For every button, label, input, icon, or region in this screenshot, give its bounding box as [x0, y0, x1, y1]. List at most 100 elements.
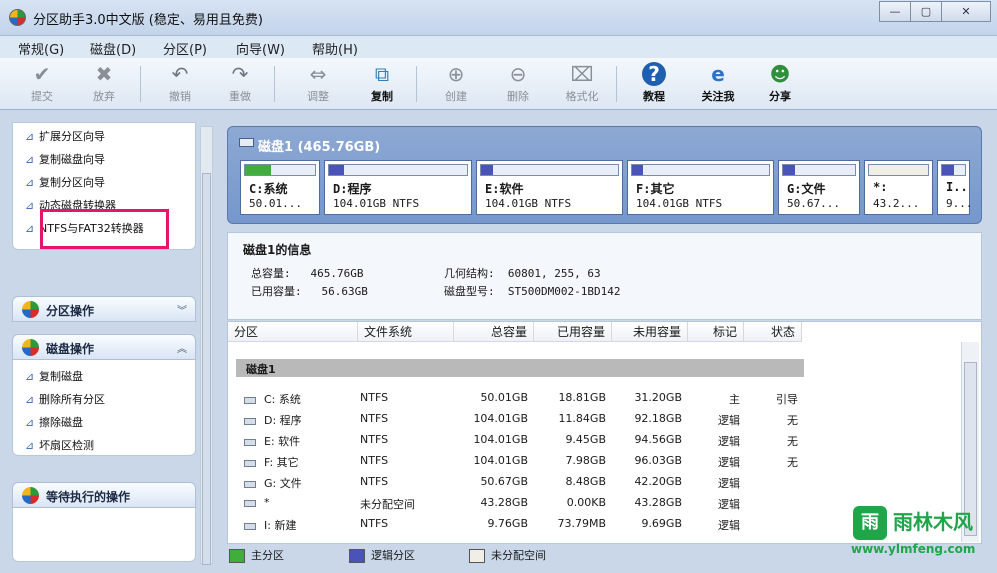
table-cell: 43.28GB: [480, 496, 528, 509]
wizard-copy-partition[interactable]: ⊿ 复制分区向导: [25, 174, 105, 190]
pending-ops-header[interactable]: 等待执行的操作: [12, 482, 196, 508]
partition-block[interactable]: C:系统 50.01...: [240, 160, 320, 215]
table-cell: 104.01GB: [473, 412, 528, 425]
partition-size: 104.01GB NTFS: [333, 197, 420, 210]
disk-op-wipe[interactable]: ⊿ 擦除磁盘: [25, 414, 83, 430]
follow-me-button[interactable]: e 关注我: [690, 62, 746, 108]
table-cell: I: 新建: [244, 517, 344, 533]
partition-block[interactable]: F:其它 104.01GB NTFS: [627, 160, 774, 215]
table-row[interactable]: F: 其它 NTFS 104.01GB 7.98GB 96.03GB 逻辑 无: [228, 450, 968, 471]
disk-ops-header[interactable]: 磁盘操作 ︽: [12, 334, 196, 360]
disk-group-row[interactable]: 磁盘1: [236, 359, 804, 377]
minimize-button[interactable]: —: [879, 1, 911, 22]
table-cell: 逻辑: [718, 498, 740, 511]
chevron-down-icon: ︾: [177, 306, 187, 317]
dynamic-disk-icon: ⊿: [25, 199, 35, 212]
partition-usage-bar: [244, 164, 316, 176]
left-scrollbar-thumb[interactable]: [202, 173, 211, 565]
disk-op-delete-all[interactable]: ⊿ 删除所有分区: [25, 391, 105, 407]
share-button[interactable]: ☻ 分享: [752, 62, 808, 108]
col-used[interactable]: 已用容量: [534, 322, 612, 342]
partition-row-icon: [244, 459, 256, 467]
partition-name: G:文件: [787, 182, 826, 196]
table-cell: 主: [729, 393, 740, 406]
col-total[interactable]: 总容量: [454, 322, 534, 342]
table-row[interactable]: D: 程序 NTFS 104.01GB 11.84GB 92.18GB 逻辑 无: [228, 408, 968, 429]
table-cell: 18.81GB: [558, 391, 606, 404]
legend-unallocated-swatch: [469, 549, 485, 563]
menu-general[interactable]: 常规(G): [18, 39, 64, 58]
discard-button[interactable]: ✖ 放弃: [76, 62, 132, 108]
disk-op-bad-sector[interactable]: ⊿ 坏扇区检测: [25, 437, 94, 453]
maximize-button[interactable]: ▢: [910, 1, 942, 22]
menu-partition[interactable]: 分区(P): [163, 39, 207, 58]
col-partition[interactable]: 分区: [228, 322, 358, 342]
highlight-box: [40, 209, 169, 249]
table-cell: 42.20GB: [634, 475, 682, 488]
disk-map: 磁盘1 (465.76GB) C:系统 50.01... D:程序 104.01GB …: [227, 126, 982, 224]
table-cell: 50.67GB: [480, 475, 528, 488]
left-scrollbar[interactable]: [200, 126, 213, 565]
partition-usage-bar: [328, 164, 468, 176]
toolbar-separator: [416, 66, 417, 102]
col-status[interactable]: 状态: [744, 322, 802, 342]
partition-block[interactable]: G:文件 50.67...: [778, 160, 860, 215]
redo-button[interactable]: ↷ 重做: [212, 62, 268, 108]
partition-block[interactable]: D:程序 104.01GB NTFS: [324, 160, 472, 215]
table-cell: 7.98GB: [565, 454, 606, 467]
resize-button[interactable]: ⇔ 调整: [290, 62, 346, 108]
legend-unallocated: 未分配空间: [469, 547, 546, 563]
wizard-extend-partition[interactable]: ⊿ 扩展分区向导: [25, 128, 105, 144]
wizard-copy-disk[interactable]: ⊿ 复制磁盘向导: [25, 151, 105, 167]
redo-icon: ↷: [231, 62, 249, 86]
menu-wizard[interactable]: 向导(W): [236, 39, 285, 58]
geometry: 几何结构: 60801, 255, 63: [444, 267, 601, 280]
undo-button[interactable]: ↶ 撤销: [152, 62, 208, 108]
table-cell: 8.48GB: [565, 475, 606, 488]
tutorial-button[interactable]: ? 教程: [626, 62, 682, 108]
table-cell: 逻辑: [718, 477, 740, 490]
copy-disk-icon: ⊿: [25, 370, 35, 383]
table-cell: 9.45GB: [565, 433, 606, 446]
main-area: 磁盘1 (465.76GB) C:系统 50.01... D:程序 104.01GB …: [227, 126, 982, 563]
col-flag[interactable]: 标记: [688, 322, 744, 342]
copy-disk-icon: ⧉: [374, 62, 390, 86]
table-row[interactable]: E: 软件 NTFS 104.01GB 9.45GB 94.56GB 逻辑 无: [228, 429, 968, 450]
close-button[interactable]: ✕: [941, 1, 991, 22]
disk-ops-icon: [22, 339, 39, 356]
toolbar-separator: [274, 66, 275, 102]
delete-button[interactable]: ⊖ 删除: [490, 62, 546, 108]
submit-button[interactable]: ✔ 提交: [14, 62, 70, 108]
partition-block[interactable]: *: 43.2...: [864, 160, 933, 215]
partition-block[interactable]: E:软件 104.01GB NTFS: [476, 160, 623, 215]
partition-ops-header[interactable]: 分区操作 ︾: [12, 296, 196, 322]
table-row[interactable]: G: 文件 NTFS 50.67GB 8.48GB 42.20GB 逻辑: [228, 471, 968, 492]
table-cell: 无: [787, 435, 798, 448]
table-cell: 逻辑: [718, 456, 740, 469]
partition-size: 50.67...: [787, 197, 840, 210]
legend-primary-swatch: [229, 549, 245, 563]
table-cell: *: [244, 496, 344, 509]
partition-size: 9...: [946, 197, 973, 210]
watermark-name: 雨林木风: [893, 510, 973, 534]
disk-op-copy-disk[interactable]: ⊿ 复制磁盘: [25, 368, 83, 384]
partition-row-icon: [244, 417, 256, 425]
create-button[interactable]: ⊕ 创建: [428, 62, 484, 108]
converter-icon: ⊿: [25, 222, 35, 235]
toolbar-separator: [616, 66, 617, 102]
col-free[interactable]: 未用容量: [612, 322, 688, 342]
partition-block[interactable]: I.. 9...: [937, 160, 973, 215]
format-disk-icon: ⌧: [570, 62, 594, 86]
table-cell: NTFS: [360, 412, 389, 425]
copy-button[interactable]: ⧉ 复制: [354, 62, 410, 108]
menu-disk[interactable]: 磁盘(D): [90, 39, 136, 58]
table-cell: 0.00KB: [566, 496, 606, 509]
format-button[interactable]: ⌧ 格式化: [554, 62, 610, 108]
table-cell: F: 其它: [244, 454, 344, 470]
table-cell: 104.01GB: [473, 433, 528, 446]
menu-help[interactable]: 帮助(H): [312, 39, 358, 58]
table-cell: 9.76GB: [487, 517, 528, 530]
pending-ops-icon: [22, 487, 39, 504]
table-row[interactable]: C: 系统 NTFS 50.01GB 18.81GB 31.20GB 主 引导: [228, 387, 968, 408]
col-filesystem[interactable]: 文件系统: [358, 322, 454, 342]
